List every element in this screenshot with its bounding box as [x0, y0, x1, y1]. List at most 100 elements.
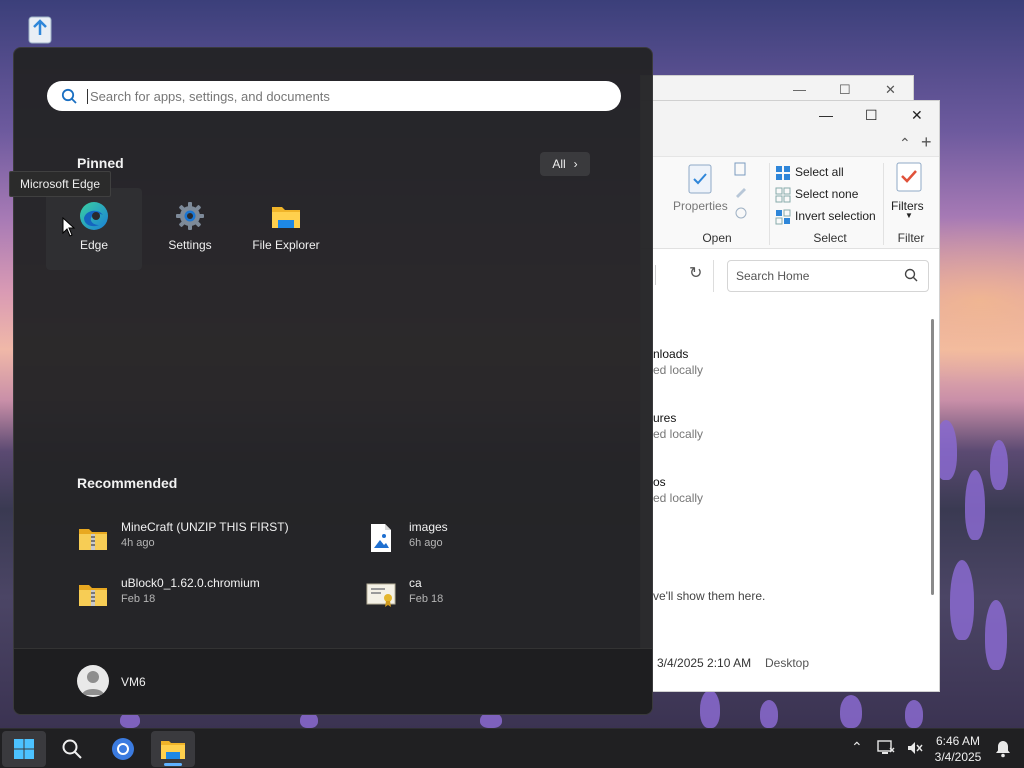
search-icon	[62, 739, 82, 759]
refresh-icon[interactable]: ↻	[689, 263, 702, 283]
empty-message: ve'll show them here.	[653, 589, 766, 603]
list-item[interactable]: nloads	[653, 347, 688, 361]
start-menu: Pinned All › Edge Settings	[13, 47, 653, 715]
chevron-right-icon: ›	[573, 157, 578, 171]
recommended-item[interactable]: uBlock0_1.62.0.chromium Feb 18	[77, 574, 337, 614]
recycle-bin-icon[interactable]	[22, 10, 58, 46]
user-avatar[interactable]	[77, 665, 109, 697]
open-group-label: Open	[702, 231, 732, 245]
file-explorer-window: — ☐ ✕ ⌃ + Properties Open Select all Sel…	[640, 100, 940, 692]
select-none-icon	[775, 187, 791, 203]
address-row: ↻ Search Home	[641, 249, 939, 301]
recommended-item-time: Feb 18	[121, 593, 156, 605]
mouse-cursor-icon	[62, 217, 76, 237]
recommended-item-time: 4h ago	[121, 537, 155, 549]
chrome-icon	[112, 738, 134, 760]
recent-date: 3/4/2025 2:10 AM	[657, 656, 752, 670]
minimize-icon[interactable]: —	[793, 82, 806, 97]
minimize-icon[interactable]: —	[819, 107, 833, 123]
certificate-icon	[366, 583, 396, 607]
edge-icon	[80, 202, 108, 230]
recommended-item[interactable]: MineCraft (UNZIP THIS FIRST) 4h ago	[77, 518, 337, 558]
chevron-down-icon[interactable]: ▼	[905, 211, 913, 220]
zip-folder-icon	[79, 529, 107, 550]
select-none-button[interactable]: Select none	[775, 185, 885, 203]
all-apps-label: All	[552, 157, 566, 171]
clock[interactable]: 6:46 AM 3/4/2025	[920, 733, 996, 765]
recommended-item-time: 6h ago	[409, 537, 443, 549]
running-indicator	[164, 763, 182, 766]
chevron-up-icon[interactable]: ⌃	[851, 739, 863, 756]
notification-bell-icon[interactable]	[995, 740, 1011, 758]
recent-location: Desktop	[765, 656, 810, 670]
taskbar-chrome-button[interactable]	[101, 731, 145, 767]
pinned-app-settings[interactable]: Settings	[142, 188, 238, 270]
chevron-up-icon[interactable]: ⌃	[899, 135, 911, 152]
invert-selection-button[interactable]: Invert selection	[775, 207, 887, 225]
gear-icon	[176, 202, 204, 230]
ribbon-open-group: Properties Open	[667, 157, 767, 249]
pinned-app-label: File Explorer	[252, 238, 320, 252]
new-tab-icon[interactable]: +	[921, 132, 932, 153]
edit-icon[interactable]	[733, 183, 749, 199]
invert-selection-label: Invert selection	[795, 209, 876, 223]
recommended-item[interactable]: ca Feb 18	[365, 574, 625, 614]
filter-group-label: Filter	[897, 231, 925, 245]
user-icon	[82, 671, 104, 695]
zip-folder-icon	[79, 585, 107, 606]
folder-icon	[272, 207, 300, 228]
pinned-app-label: Edge	[79, 238, 109, 252]
taskbar: ⌃ 6:46 AM 3/4/2025	[0, 728, 1024, 768]
select-group-label: Select	[813, 231, 847, 245]
explorer-titlebar: — ☐ ✕	[641, 101, 939, 131]
start-search-bar[interactable]	[47, 81, 621, 111]
select-all-icon	[776, 166, 790, 180]
all-apps-button[interactable]: All ›	[540, 152, 590, 176]
start-search-input[interactable]	[87, 88, 587, 104]
search-icon	[904, 268, 918, 285]
user-name[interactable]: VM6	[121, 675, 146, 689]
search-home-input[interactable]: Search Home	[727, 260, 929, 292]
ribbon-select-group: Select all Select none Invert selection …	[773, 157, 887, 249]
recommended-item[interactable]: images 6h ago	[365, 518, 625, 558]
pinned-app-edge[interactable]: Edge	[46, 188, 142, 270]
network-icon[interactable]	[877, 740, 895, 756]
folder-icon	[161, 741, 185, 759]
list-item-status: ed locally	[653, 427, 704, 441]
ribbon-filter-group: Filters ▼ Filter	[885, 157, 937, 249]
clock-date: 3/4/2025	[934, 750, 982, 764]
list-item[interactable]: os	[653, 475, 666, 489]
select-none-label: Select none	[795, 187, 859, 201]
explorer-tab-row: ⌃ +	[641, 131, 939, 157]
windows-logo-icon	[14, 739, 34, 759]
maximize-icon[interactable]: ☐	[839, 82, 851, 98]
search-icon	[61, 88, 77, 104]
open-icon[interactable]	[733, 161, 749, 177]
select-all-label: Select all	[795, 165, 844, 179]
list-item[interactable]: ures	[653, 411, 676, 425]
list-item-status: ed locally	[653, 491, 704, 505]
explorer-scrollbar[interactable]	[931, 319, 934, 595]
properties-icon[interactable]	[687, 163, 713, 195]
image-file-icon	[371, 524, 391, 552]
invert-selection-icon	[775, 209, 791, 225]
start-button[interactable]	[2, 731, 46, 767]
maximize-icon[interactable]: ☐	[865, 107, 878, 124]
history-icon[interactable]	[733, 205, 749, 221]
recommended-title: Recommended	[77, 475, 178, 491]
close-icon[interactable]: ✕	[911, 107, 923, 124]
recommended-item-name: images	[409, 520, 448, 534]
taskbar-search-button[interactable]	[50, 731, 94, 767]
ribbon: Properties Open Select all Select none I…	[641, 157, 939, 249]
recommended-item-name: ca	[409, 576, 422, 590]
properties-label[interactable]: Properties	[673, 199, 728, 213]
select-all-button[interactable]: Select all	[775, 163, 885, 181]
close-icon[interactable]: ✕	[885, 82, 896, 98]
start-footer: VM6	[14, 648, 652, 714]
pinned-app-file-explorer[interactable]: File Explorer	[238, 188, 334, 270]
recommended-item-name: MineCraft (UNZIP THIS FIRST)	[121, 520, 289, 534]
search-home-placeholder: Search Home	[736, 269, 810, 283]
recommended-item-time: Feb 18	[409, 593, 444, 605]
taskbar-file-explorer-button[interactable]	[151, 731, 195, 767]
filters-icon[interactable]	[895, 161, 923, 193]
